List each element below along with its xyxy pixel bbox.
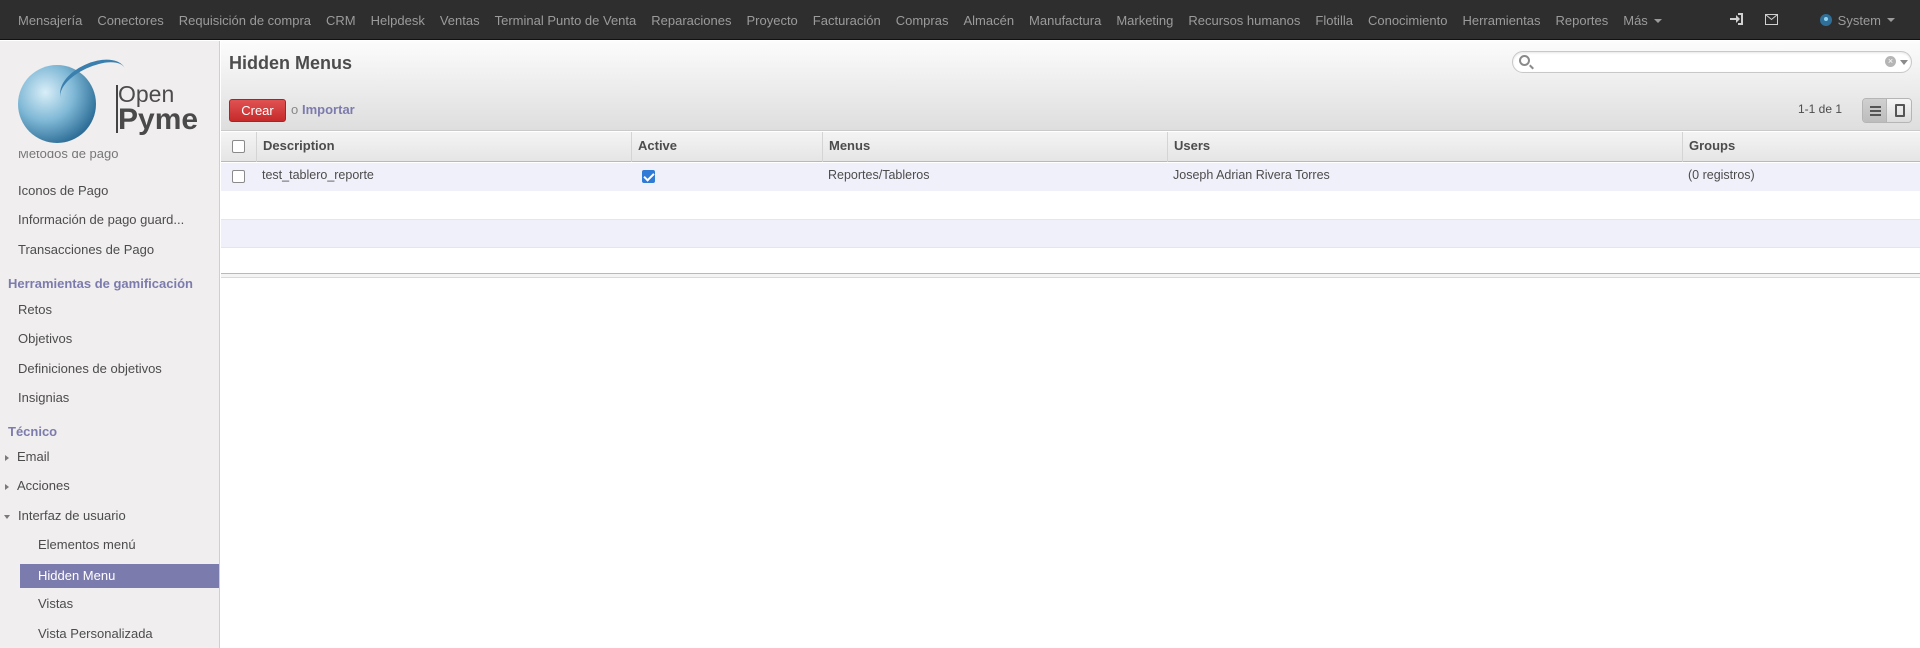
- sidebar-item-iconos-pago[interactable]: Iconos de Pago: [0, 179, 219, 203]
- form-view-button[interactable]: [1887, 99, 1911, 122]
- sidebar-item-metodos-pago[interactable]: Métodos de pago: [0, 151, 219, 165]
- column-header-menus[interactable]: Menus: [822, 132, 1167, 162]
- envelope-icon[interactable]: [1764, 13, 1778, 28]
- sidebar-item-label: Interfaz de usuario: [18, 508, 126, 523]
- menu-item-almacen[interactable]: Almacén: [963, 13, 1014, 28]
- menu-item-mensajeria[interactable]: Mensajería: [18, 13, 82, 28]
- main-menu: Mensajería Conectores Requisición de com…: [18, 0, 1677, 40]
- menu-item-facturacion[interactable]: Facturación: [813, 13, 881, 28]
- sidebar-item-email[interactable]: Email: [0, 445, 219, 469]
- top-navbar: Mensajería Conectores Requisición de com…: [0, 0, 1920, 40]
- menu-item-more[interactable]: Más: [1623, 13, 1662, 28]
- form-icon: [1895, 104, 1906, 117]
- openpyme-logo[interactable]: Open Pyme: [18, 50, 208, 151]
- menu-item-conocimiento[interactable]: Conocimiento: [1368, 13, 1448, 28]
- column-header-groups[interactable]: Groups: [1682, 132, 1920, 162]
- row-select-checkbox[interactable]: [232, 170, 245, 183]
- menu-item-proyecto[interactable]: Proyecto: [746, 13, 797, 28]
- menu-item-crm[interactable]: CRM: [326, 13, 356, 28]
- menu-item-conectores[interactable]: Conectores: [97, 13, 163, 28]
- or-text: o: [291, 102, 299, 117]
- menu-item-recursos-humanos[interactable]: Recursos humanos: [1188, 13, 1300, 28]
- view-switcher: [1862, 98, 1912, 123]
- avatar: [1819, 14, 1832, 26]
- search-icon: [1519, 55, 1530, 66]
- list-icon: [1870, 106, 1881, 108]
- sidebar-item-hidden-menu[interactable]: Hidden Menu: [20, 564, 219, 588]
- sidebar-item-vista-personalizada[interactable]: Vista Personalizada: [0, 622, 219, 646]
- user-menu[interactable]: System: [1819, 12, 1895, 28]
- table-footer: [221, 273, 1920, 278]
- cell-groups: (0 registros): [1688, 168, 1755, 182]
- cell-menus: Reportes/Tableros: [828, 168, 930, 182]
- caret-right-icon: [5, 454, 9, 461]
- sidebar-header-tecnico: Técnico: [8, 424, 58, 439]
- sidebar-header-gamificacion: Herramientas de gamificación: [8, 276, 193, 291]
- cell-users: Joseph Adrian Rivera Torres: [1173, 168, 1330, 182]
- menu-item-reparaciones[interactable]: Reparaciones: [651, 13, 731, 28]
- empty-row: [221, 191, 1920, 219]
- menu-item-reportes[interactable]: Reportes: [1556, 13, 1609, 28]
- menu-item-herramientas[interactable]: Herramientas: [1462, 13, 1540, 28]
- menu-item-manufactura[interactable]: Manufactura: [1029, 13, 1101, 28]
- menu-item-pos[interactable]: Terminal Punto de Venta: [495, 13, 637, 28]
- sidebar-item-info-pago[interactable]: Información de pago guard...: [0, 208, 200, 232]
- clear-search-icon[interactable]: ×: [1885, 56, 1896, 67]
- search-box[interactable]: ×: [1512, 51, 1912, 73]
- menu-item-ventas[interactable]: Ventas: [440, 13, 480, 28]
- sidebar-item-label: Email: [17, 449, 50, 464]
- sidebar-item-transacciones[interactable]: Transacciones de Pago: [0, 238, 219, 262]
- sidebar-item-objetivos[interactable]: Objetivos: [0, 327, 219, 351]
- chevron-down-icon: [1653, 19, 1662, 24]
- chevron-down-icon: [1887, 18, 1895, 22]
- page-title: Hidden Menus: [229, 53, 353, 73]
- empty-row: [221, 219, 1920, 247]
- column-header-users[interactable]: Users: [1167, 132, 1682, 162]
- sidebar-item-definiciones[interactable]: Definiciones de objetivos: [0, 357, 219, 381]
- menu-item-compras[interactable]: Compras: [896, 13, 949, 28]
- list-view-button[interactable]: [1863, 99, 1888, 122]
- menu-item-requisicion[interactable]: Requisición de compra: [179, 13, 311, 28]
- pager-value[interactable]: 1-1 de 1: [1798, 102, 1842, 116]
- more-label: Más: [1623, 12, 1648, 28]
- select-all-checkbox[interactable]: [232, 140, 245, 153]
- search-options-icon[interactable]: [1900, 60, 1908, 65]
- table-row[interactable]: test_tablero_reporte Reportes/Tableros J…: [221, 163, 1920, 191]
- column-header-active[interactable]: Active: [631, 132, 822, 162]
- sidebar-item-elementos-menu[interactable]: Elementos menú: [0, 533, 219, 557]
- search-input[interactable]: [1537, 54, 1877, 70]
- logo-text-pyme: Pyme: [118, 103, 199, 136]
- menu-item-marketing[interactable]: Marketing: [1116, 13, 1173, 28]
- sign-in-icon[interactable]: [1729, 12, 1743, 28]
- column-header-description[interactable]: Description: [256, 132, 601, 162]
- sidebar-item-insignias[interactable]: Insignias: [0, 386, 219, 410]
- sidebar-item-acciones[interactable]: Acciones: [0, 474, 219, 498]
- menu-item-flotilla[interactable]: Flotilla: [1315, 13, 1353, 28]
- caret-down-icon: [4, 514, 10, 519]
- sidebar-item-vistas[interactable]: Vistas: [0, 592, 219, 616]
- control-panel: Hidden Menus × Crear o Importar 1-1 de 1: [221, 41, 1920, 131]
- sidebar-item-retos[interactable]: Retos: [0, 298, 219, 322]
- sidebar-item-interfaz[interactable]: Interfaz de usuario: [0, 504, 219, 528]
- sidebar-item-label: Acciones: [17, 478, 70, 493]
- sidebar: Open Pyme Métodos de pago Iconos de Pago…: [0, 41, 220, 648]
- user-name: System: [1837, 12, 1881, 28]
- cell-description: test_tablero_reporte: [262, 168, 374, 182]
- empty-row: [221, 247, 1920, 273]
- table-header: Description Active Menus Users Groups: [221, 132, 1920, 162]
- caret-right-icon: [5, 483, 9, 490]
- topbar-right: System: [1729, 0, 1920, 40]
- menu-item-helpdesk[interactable]: Helpdesk: [371, 13, 425, 28]
- active-checkbox: [642, 170, 655, 183]
- import-link[interactable]: Importar: [302, 102, 355, 117]
- create-button[interactable]: Crear: [229, 99, 286, 122]
